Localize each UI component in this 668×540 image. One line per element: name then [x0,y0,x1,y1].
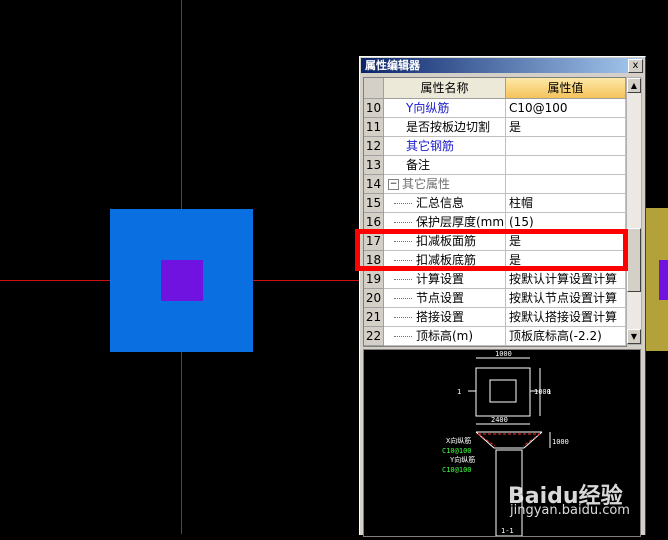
row-number: 14 [364,175,384,194]
property-row[interactable]: 11 是否按板边切割 是 [364,118,626,137]
property-row[interactable]: 12 其它钢筋 [364,137,626,156]
property-grid: 属性名称 属性值 10 Y向纵筋 C10@100 11 是否按板边切割 是 12 其它钢筋 13… [363,77,627,347]
property-name: 其它钢筋 [384,137,506,156]
property-name: 备注 [384,156,506,175]
property-name-text: 备注 [406,158,431,172]
grid-header: 属性名称 属性值 [364,78,626,99]
property-value[interactable]: 按默认搭接设置计算 [506,308,626,327]
property-row[interactable]: 22 顶标高(m) 顶板底标高(-2.2) [364,327,626,346]
label-height: 1000 [552,438,569,446]
label-y-bar: Y向纵筋 [450,455,475,464]
header-value[interactable]: 属性值 [506,78,626,99]
property-value[interactable] [506,137,626,156]
property-name-text: 顶标高(m) [416,329,474,343]
header-num [364,78,384,99]
property-name: 节点设置 [384,289,506,308]
row-number: 12 [364,137,384,156]
property-value[interactable]: C10@100 [506,99,626,118]
property-value[interactable]: 按默认节点设置计算 [506,289,626,308]
property-row[interactable]: 13 备注 [364,156,626,175]
property-name: 是否按板边切割 [384,118,506,137]
header-name[interactable]: 属性名称 [384,78,506,99]
row-number: 22 [364,327,384,346]
adjacent-column [659,260,668,300]
scroll-down-icon[interactable]: ▼ [627,329,641,344]
watermark-url: jingyan.baidu.com [510,503,630,518]
property-row[interactable]: 19 计算设置 按默认计算设置计算 [364,270,626,289]
property-row[interactable]: 15 汇总信息 柱帽 [364,194,626,213]
row-number: 20 [364,289,384,308]
property-editor-panel: 属性编辑器 x 属性名称 属性值 10 Y向纵筋 C10@100 11 是否按板边切割是… [359,56,646,537]
property-value[interactable]: 按默认计算设置计算 [506,270,626,289]
annotation-highlight-box [355,229,628,271]
panel-title: 属性编辑器 [365,59,420,72]
column-shape[interactable] [161,260,203,301]
property-name: 顶标高(m) [384,327,506,346]
property-name: 汇总信息 [384,194,506,213]
scroll-up-icon[interactable]: ▲ [627,78,641,93]
property-value[interactable]: 顶板底标高(-2.2) [506,327,626,346]
row-number: 21 [364,308,384,327]
property-name: 搭接设置 [384,308,506,327]
property-name-text: 是否按板边切割 [406,120,491,134]
property-name-text: 其它属性 [402,177,451,191]
property-value[interactable]: 柱帽 [506,194,626,213]
close-button[interactable]: x [628,59,643,73]
property-row[interactable]: 10 Y向纵筋 C10@100 [364,99,626,118]
row-number: 10 [364,99,384,118]
property-name: Y向纵筋 [384,99,506,118]
property-name-text: 其它钢筋 [406,139,455,153]
property-row[interactable]: 21 搭接设置 按默认搭接设置计算 [364,308,626,327]
row-number: 19 [364,270,384,289]
row-number: 15 [364,194,384,213]
property-row[interactable]: 14− 其它属性 [364,175,626,194]
property-value[interactable] [506,156,626,175]
section-mark-right: 1 [547,388,551,396]
row-number: 13 [364,156,384,175]
dim-bottom: 2400 [491,416,508,424]
property-value[interactable] [506,175,626,194]
property-name-text: 保护层厚度(mm) [416,215,506,229]
adjacent-element[interactable] [646,208,668,351]
property-name: − 其它属性 [384,175,506,194]
scroll-thumb[interactable] [627,228,641,292]
property-row[interactable]: 20 节点设置 按默认节点设置计算 [364,289,626,308]
property-name-text: 搭接设置 [416,310,465,324]
label-y-bar-value: C10@100 [442,466,472,474]
label-x-bar: X向纵筋 [446,436,471,445]
dim-top: 1000 [495,350,512,358]
panel-titlebar[interactable]: 属性编辑器 x [361,58,644,73]
label-x-bar-value: C10@100 [442,447,472,455]
collapse-icon[interactable]: − [388,179,399,190]
section-mark-left: 1 [457,388,461,396]
property-name-text: 汇总信息 [416,196,465,210]
property-name-text: 计算设置 [416,272,465,286]
property-value[interactable]: 是 [506,118,626,137]
property-name-text: Y向纵筋 [406,101,450,115]
row-number: 11 [364,118,384,137]
grid-scrollbar[interactable]: ▲ ▼ [626,77,642,345]
property-name-text: 节点设置 [416,291,465,305]
property-name: 计算设置 [384,270,506,289]
